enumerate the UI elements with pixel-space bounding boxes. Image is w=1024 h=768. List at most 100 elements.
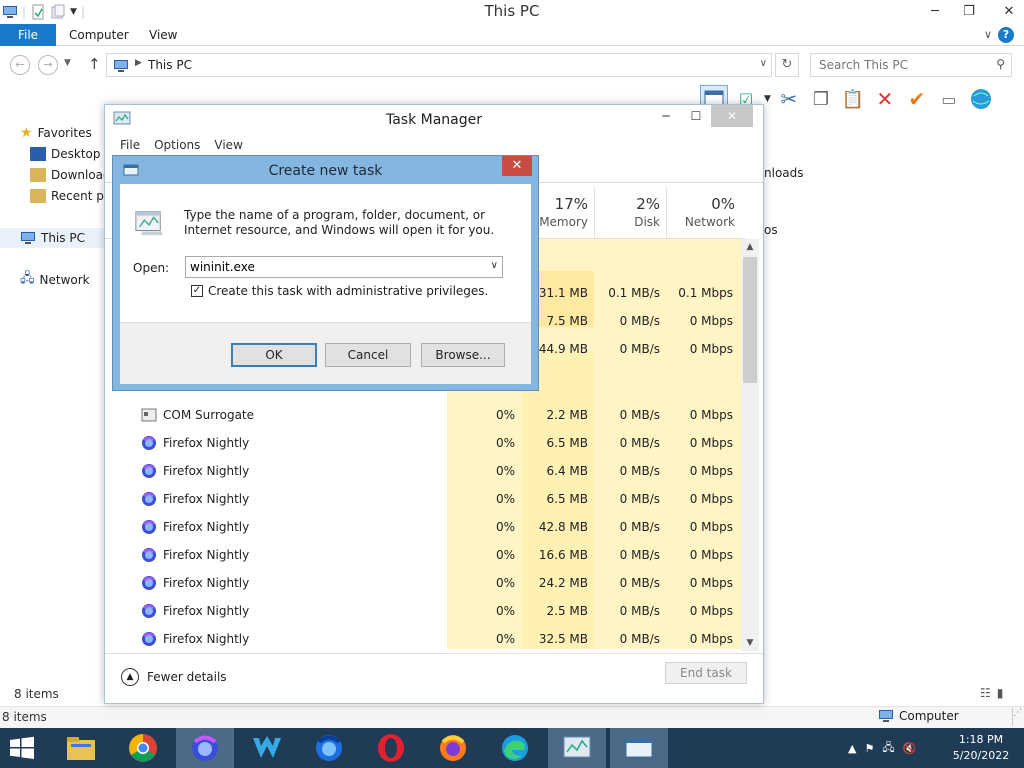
globe-icon[interactable]	[967, 85, 995, 113]
checkbox-checked-icon[interactable]: ✓	[191, 285, 203, 297]
taskbar-edge[interactable]	[486, 728, 544, 768]
refresh-icon[interactable]: ↻	[775, 53, 799, 77]
close-icon[interactable]: ✕	[711, 105, 753, 127]
help-icon[interactable]: ?	[998, 27, 1014, 43]
open-combobox[interactable]: ∨	[185, 256, 503, 278]
taskbar-chrome[interactable]	[114, 728, 172, 768]
search-input[interactable]	[811, 54, 981, 76]
memory-cell: 6.5 MB	[546, 436, 588, 450]
desktop-icon	[30, 147, 46, 161]
search-box[interactable]: ⚲	[810, 53, 1012, 77]
delete-icon[interactable]: ✕	[871, 85, 899, 113]
memory-cell: 6.5 MB	[546, 492, 588, 506]
firefox-nightly-icon	[142, 464, 156, 478]
expand-ribbon-icon[interactable]: ∨	[984, 28, 992, 41]
search-icon[interactable]: ⚲	[996, 57, 1005, 71]
details-view-icon[interactable]: ☷	[980, 686, 991, 700]
nav-favorites[interactable]: ★ Favorites	[20, 123, 92, 143]
ribbon-tab-view[interactable]: View	[149, 24, 177, 46]
table-row[interactable]: Firefox Nightly 0% 2.5 MB 0 MB/s 0 Mbps	[105, 597, 745, 625]
open-label: Open:	[133, 261, 170, 275]
dialog-titlebar: Create new task ✕	[113, 156, 538, 184]
menu-file[interactable]: File	[120, 135, 140, 155]
close-icon[interactable]: ✕	[502, 156, 532, 176]
action-center-flag-icon[interactable]: ⚑	[864, 742, 874, 755]
cut-icon[interactable]: ✂	[775, 85, 803, 113]
scroll-up-icon[interactable]: ▲	[741, 239, 759, 255]
menu-options[interactable]: Options	[154, 135, 200, 155]
nav-network-label: Network	[39, 273, 90, 287]
nav-network[interactable]: 🖧 Network	[20, 270, 90, 290]
taskbar-file-explorer[interactable]	[52, 728, 110, 768]
start-icon[interactable]	[8, 736, 36, 760]
process-list-scrollbar[interactable]: ▲ ▼	[741, 239, 759, 651]
folder-label-downloads[interactable]: nloads	[764, 166, 804, 180]
scroll-down-icon[interactable]: ▼	[741, 635, 759, 651]
taskbar-waterfox[interactable]	[238, 728, 296, 768]
taskbar-run-dialog[interactable]	[610, 728, 668, 768]
table-row[interactable]: Firefox Nightly 0% 6.4 MB 0 MB/s 0 Mbps	[105, 457, 745, 485]
chevron-right-icon[interactable]: ▶	[135, 58, 142, 68]
table-row[interactable]: Firefox Nightly 0% 16.6 MB 0 MB/s 0 Mbps	[105, 541, 745, 569]
rename-icon[interactable]: ▭	[935, 85, 963, 113]
maximize-icon[interactable]: ☐	[681, 105, 711, 127]
table-row[interactable]: Firefox Nightly 0% 6.5 MB 0 MB/s 0 Mbps	[105, 485, 745, 513]
nav-downloads[interactable]: Download	[30, 165, 111, 185]
open-input[interactable]	[186, 257, 476, 277]
end-task-button[interactable]: End task	[665, 662, 747, 684]
cancel-button[interactable]: Cancel	[325, 343, 411, 367]
cpu-cell: 0%	[495, 436, 515, 450]
resize-grip-icon[interactable]: ⋰	[1012, 708, 1022, 726]
chevron-down-icon[interactable]: ∨	[760, 58, 767, 69]
taskbar-firefox[interactable]	[424, 728, 482, 768]
minimize-icon[interactable]: ─	[651, 105, 681, 127]
paste-icon[interactable]: 📋	[839, 85, 867, 113]
nav-recent-places[interactable]: Recent pla	[30, 186, 115, 206]
disk-cell: 0 MB/s	[619, 632, 660, 646]
table-row[interactable]: Firefox Nightly 0% 32.5 MB 0 MB/s 0 Mbps	[105, 625, 745, 649]
menu-view[interactable]: View	[214, 135, 242, 155]
large-icons-view-icon[interactable]: ▮	[997, 686, 1004, 700]
address-path[interactable]: This PC	[148, 58, 192, 72]
check-icon[interactable]: ✔	[903, 85, 931, 113]
column-header-network[interactable]: 0% Network	[666, 187, 741, 239]
taskbar-firefox-developer[interactable]	[300, 728, 358, 768]
scrollbar-thumb[interactable]	[743, 257, 757, 383]
memory-cell: 2.5 MB	[546, 604, 588, 618]
folder-label-partial[interactable]: os	[764, 223, 778, 237]
clock-date: 5/20/2022	[952, 749, 1010, 762]
taskbar-clock[interactable]: 1:18 PM 5/20/2022	[952, 732, 1010, 764]
taskbar-opera[interactable]	[362, 728, 420, 768]
maximize-icon[interactable]: ❐	[952, 0, 986, 22]
dialog-description: Type the name of a program, folder, docu…	[184, 208, 495, 237]
ok-button[interactable]: OK	[231, 343, 317, 367]
ribbon-tab-computer[interactable]: Computer	[69, 24, 129, 46]
browse-button[interactable]: Browse...	[421, 343, 505, 367]
network-tray-icon[interactable]: 🖧	[882, 739, 894, 758]
minimize-icon[interactable]: ─	[918, 0, 952, 22]
nav-this-pc[interactable]: This PC	[0, 228, 106, 248]
taskbar-firefox-nightly[interactable]	[176, 728, 234, 768]
admin-privileges-checkbox[interactable]: ✓ Create this task with administrative p…	[191, 284, 488, 298]
fewer-details-button[interactable]: ▲ Fewer details	[121, 668, 227, 686]
tray-expand-icon[interactable]: ▲	[848, 742, 856, 755]
ribbon-tab-file[interactable]: File	[0, 24, 56, 46]
column-header-disk[interactable]: 2% Disk	[594, 187, 666, 239]
toolbar-dropdown-icon[interactable]: ▼	[764, 94, 771, 104]
close-icon[interactable]: ✕	[986, 0, 1024, 22]
nav-downloads-label: Download	[51, 168, 111, 182]
table-row[interactable]: Firefox Nightly 0% 6.5 MB 0 MB/s 0 Mbps	[105, 429, 745, 457]
table-row[interactable]: Firefox Nightly 0% 24.2 MB 0 MB/s 0 Mbps	[105, 569, 745, 597]
chevron-down-icon[interactable]: ∨	[491, 260, 498, 271]
up-icon[interactable]: ↑	[88, 55, 101, 73]
forward-icon[interactable]: →	[38, 55, 58, 75]
back-icon[interactable]: ←	[10, 55, 30, 75]
volume-muted-icon[interactable]: 🔇	[903, 742, 917, 755]
taskbar-task-manager[interactable]	[548, 728, 606, 768]
copy-icon[interactable]: ❐	[807, 85, 835, 113]
recent-locations-icon[interactable]: ▼	[64, 58, 71, 68]
table-row[interactable]: Firefox Nightly 0% 42.8 MB 0 MB/s 0 Mbps	[105, 513, 745, 541]
table-row[interactable]: COM Surrogate 0% 2.2 MB 0 MB/s 0 Mbps	[105, 401, 745, 429]
address-bar[interactable]: ▶ This PC ∨	[106, 53, 772, 77]
nav-desktop[interactable]: Desktop	[30, 144, 101, 164]
